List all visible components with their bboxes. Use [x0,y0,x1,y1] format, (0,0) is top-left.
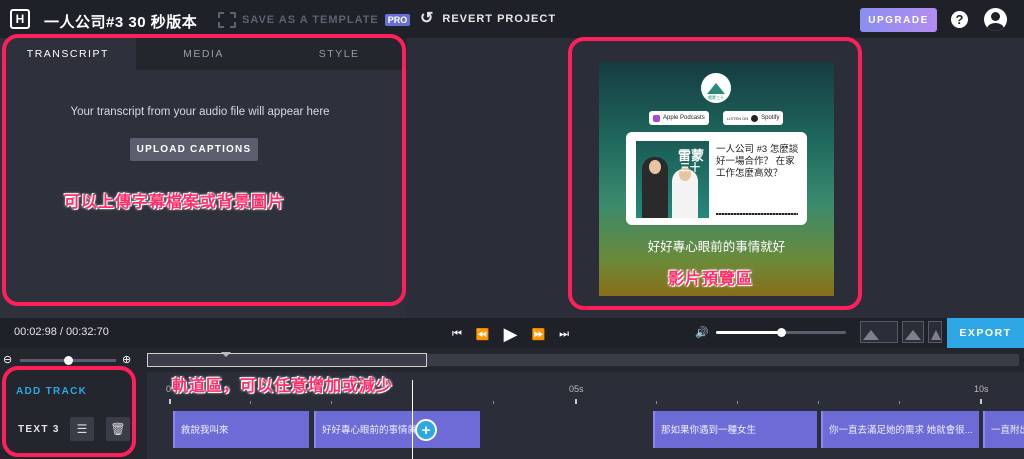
playhead[interactable] [412,380,413,459]
playback-bar: 00:02:98 / 00:32:70 ⏮ ⏪ ▶ ⏩ ⏭ 🔊 EXPORT [0,318,1024,348]
annotation-left: 可以上傳字幕檔案或背景圖片 [64,194,286,211]
top-bar: H 一人公司#3 30 秒版本 SAVE AS A TEMPLATE PRO ↺… [0,0,1024,38]
revert-project-button[interactable]: ↺ REVERT PROJECT [420,10,557,27]
history-icon: ↺ [420,10,435,27]
zoom-slider[interactable] [20,356,116,365]
ruler-label: 05s [569,384,584,394]
transport-controls: ⏮ ⏪ ▶ ⏩ ⏭ [452,324,569,345]
landscape-thumb-icon[interactable] [860,321,898,343]
caption-clip[interactable]: 一直附出 [983,411,1024,448]
revert-label: REVERT PROJECT [442,13,557,25]
ruler-label: 0 [166,384,172,394]
fast-forward-icon[interactable]: ⏩ [531,328,545,341]
export-button[interactable]: EXPORT [947,318,1024,348]
help-icon[interactable]: ? [951,11,968,28]
rewind-icon[interactable]: ⏪ [476,328,490,341]
save-as-template-button[interactable]: SAVE AS A TEMPLATE PRO [218,12,411,28]
annotation-box-left [2,34,406,306]
add-clip-icon[interactable]: + [415,419,437,441]
ruler-label: 10s [974,384,989,394]
aspect-ratio-options [860,321,942,343]
app-logo[interactable]: H [10,9,30,29]
zoom-out-icon[interactable]: ⊖ [3,353,12,366]
caption-clip[interactable]: 你一直去滿足她的需求 她就會很... [821,411,979,448]
timeline-scrollbar[interactable] [147,352,1019,367]
scrollbar-window[interactable] [147,353,427,367]
annotation-preview: 影片預覽區 [668,271,754,288]
scrollbar-playhead-icon [221,352,231,357]
zoom-bar: ⊖ ⊕ [0,348,1024,372]
upgrade-button[interactable]: UPGRADE [860,8,937,32]
user-avatar-icon[interactable] [984,8,1007,31]
project-title[interactable]: 一人公司#3 30 秒版本 [44,11,197,32]
portrait-thumb-icon[interactable] [928,321,942,343]
pro-badge: PRO [384,14,411,26]
timeline: ADD TRACK TEXT 3 ☰ 🗑 0 05s 10s 敘說我叫來 好好專… [0,372,1024,459]
skip-start-icon[interactable]: ⏮ [452,328,462,341]
zoom-knob[interactable] [64,356,73,365]
play-icon[interactable]: ▶ [504,324,518,345]
volume-icon[interactable]: 🔊 [695,326,709,339]
template-icon [218,12,236,28]
volume-slider[interactable] [716,328,846,337]
annotation-box-timeline [2,366,136,457]
volume-knob[interactable] [777,328,786,337]
zoom-in-icon[interactable]: ⊕ [122,353,131,366]
text-track-lane: 敘說我叫來 好好專心眼前的事情就好 那如果你遇到一種女生 你一直去滿足她的需求 … [147,407,1024,451]
caption-clip[interactable]: 好好專心眼前的事情就好 [314,411,480,448]
annotation-timeline: 軌道區，可以任意增加或減少 [172,378,394,395]
time-display: 00:02:98 / 00:32:70 [14,326,109,338]
caption-clip[interactable]: 那如果你遇到一種女生 [653,411,817,448]
square-thumb-icon[interactable] [902,321,924,343]
save-template-label: SAVE AS A TEMPLATE [242,14,379,26]
caption-clip[interactable]: 敘說我叫來 [173,411,309,448]
skip-end-icon[interactable]: ⏭ [559,328,569,341]
